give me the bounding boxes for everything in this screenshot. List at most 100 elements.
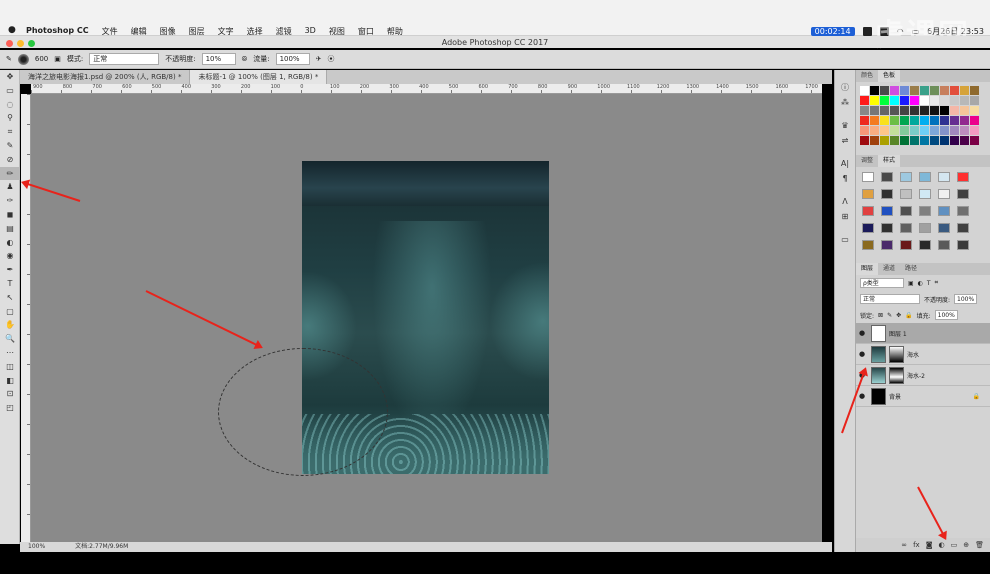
- swap-colors-icon[interactable]: ◧: [0, 374, 20, 388]
- opacity-field[interactable]: 10%: [201, 53, 236, 65]
- color-swatch[interactable]: [900, 116, 909, 125]
- delete-layer-icon[interactable]: 🗑: [975, 538, 984, 552]
- color-swatch[interactable]: [960, 106, 969, 115]
- eraser-tool-icon[interactable]: ◼: [0, 208, 20, 222]
- color-swatch[interactable]: [860, 136, 869, 145]
- vertical-ruler[interactable]: [21, 94, 31, 542]
- color-swatch[interactable]: [930, 86, 939, 95]
- style-swatch[interactable]: [862, 240, 874, 250]
- color-swatch[interactable]: [880, 106, 889, 115]
- link-layers-icon[interactable]: ∞: [901, 538, 907, 552]
- color-swatch[interactable]: [900, 96, 909, 105]
- new-layer-icon[interactable]: ⊕: [963, 538, 969, 552]
- style-swatch[interactable]: [900, 172, 912, 182]
- color-swatch[interactable]: [870, 96, 879, 105]
- color-swatch[interactable]: [890, 126, 899, 135]
- layer-row[interactable]: ● 背景 🔒: [856, 386, 990, 407]
- brush-preset-panel-icon[interactable]: ⁂: [835, 95, 855, 110]
- layer-name[interactable]: 背景: [889, 392, 901, 401]
- filter-pixel-icon[interactable]: ▣: [908, 280, 914, 287]
- crop-tool-icon[interactable]: ⌗: [0, 125, 20, 139]
- style-swatch[interactable]: [919, 240, 931, 250]
- tab-paths[interactable]: 路径: [900, 263, 922, 275]
- color-swatch[interactable]: [930, 126, 939, 135]
- style-swatch[interactable]: [881, 206, 893, 216]
- stop-icon[interactable]: [862, 27, 872, 36]
- move-tool-icon[interactable]: ✥: [0, 70, 20, 84]
- stamp-tool-icon[interactable]: ♟: [0, 180, 20, 194]
- timeline-icon[interactable]: ▭: [835, 232, 855, 247]
- color-swatch[interactable]: [940, 86, 949, 95]
- style-swatch[interactable]: [938, 240, 950, 250]
- style-swatch[interactable]: [881, 240, 893, 250]
- layer-row[interactable]: ● 海水: [856, 344, 990, 365]
- color-swatch[interactable]: [900, 126, 909, 135]
- layer-opacity-field[interactable]: 100%: [954, 294, 978, 304]
- color-swatch[interactable]: [900, 136, 909, 145]
- color-swatch[interactable]: [950, 116, 959, 125]
- lock-pixels-icon[interactable]: ✎: [887, 312, 892, 319]
- color-swatch[interactable]: [970, 136, 979, 145]
- color-swatch[interactable]: [940, 136, 949, 145]
- tab-channels[interactable]: 通道: [878, 263, 900, 275]
- mode-select[interactable]: 正常: [89, 53, 160, 65]
- style-swatch[interactable]: [938, 189, 950, 199]
- color-swatch[interactable]: [920, 106, 929, 115]
- layer-row[interactable]: ● 海水-2: [856, 365, 990, 386]
- healing-tool-icon[interactable]: ⊘: [0, 153, 20, 167]
- layer-mask-thumbnail[interactable]: [889, 345, 904, 363]
- color-swatch[interactable]: [970, 96, 979, 105]
- color-swatch[interactable]: [890, 116, 899, 125]
- color-swatch[interactable]: [970, 106, 979, 115]
- color-swatch[interactable]: [920, 116, 929, 125]
- style-swatch[interactable]: [881, 172, 893, 182]
- tab-swatches[interactable]: 色板: [878, 70, 901, 82]
- quick-mask-icon[interactable]: ⊡: [0, 387, 20, 401]
- shape-tool-icon[interactable]: ▢: [0, 305, 20, 319]
- style-swatch[interactable]: [862, 206, 874, 216]
- color-swatch[interactable]: [920, 96, 929, 105]
- style-swatch[interactable]: [881, 189, 893, 199]
- style-swatch[interactable]: [938, 172, 950, 182]
- color-swatch[interactable]: [970, 116, 979, 125]
- marquee-tool-icon[interactable]: ▭: [0, 84, 20, 98]
- pressure-size-icon[interactable]: ⦿: [327, 54, 334, 64]
- color-swatch[interactable]: [870, 126, 879, 135]
- color-swatch[interactable]: [860, 86, 869, 95]
- filter-type-icon[interactable]: T: [927, 280, 931, 287]
- layer-name[interactable]: 海水: [907, 350, 919, 359]
- style-swatch[interactable]: [919, 189, 931, 199]
- doc-size[interactable]: 文档:2.77M/9.96M: [75, 542, 128, 552]
- lock-position-icon[interactable]: ✥: [896, 312, 901, 319]
- color-swatch[interactable]: [970, 126, 979, 135]
- blend-mode-select[interactable]: 正常: [860, 294, 920, 304]
- color-swatch-icon[interactable]: ◫: [0, 360, 20, 374]
- color-swatch[interactable]: [920, 86, 929, 95]
- tab-color[interactable]: 颜色: [856, 70, 878, 82]
- color-swatch[interactable]: [960, 86, 969, 95]
- color-swatch[interactable]: [930, 96, 939, 105]
- pressure-opacity-icon[interactable]: ⦾: [242, 55, 248, 64]
- color-swatch[interactable]: [930, 136, 939, 145]
- add-mask-icon[interactable]: ◙: [926, 538, 933, 552]
- color-swatch[interactable]: [930, 116, 939, 125]
- style-swatch[interactable]: [919, 172, 931, 182]
- style-swatch[interactable]: [938, 223, 950, 233]
- tab-poster[interactable]: 海洋之旅电影海报1.psd @ 200% (人, RGB/8) *: [20, 70, 191, 84]
- visibility-eye-icon[interactable]: ●: [859, 350, 868, 358]
- glyphs-icon[interactable]: Ʌ: [835, 194, 855, 209]
- layer-mask-thumbnail[interactable]: [889, 366, 904, 384]
- color-swatch[interactable]: [870, 86, 879, 95]
- brush-panel-icon[interactable]: ▣: [54, 55, 61, 63]
- color-swatch[interactable]: [890, 96, 899, 105]
- color-swatch[interactable]: [880, 86, 889, 95]
- color-swatch[interactable]: [860, 116, 869, 125]
- tab-adjustments[interactable]: 调整: [856, 155, 878, 167]
- lock-transparency-icon[interactable]: ⊠: [878, 312, 883, 319]
- character-icon[interactable]: A|: [835, 156, 855, 171]
- color-swatch[interactable]: [920, 126, 929, 135]
- paragraph-icon[interactable]: ¶: [835, 171, 855, 186]
- style-swatch[interactable]: [900, 223, 912, 233]
- style-swatch[interactable]: [919, 223, 931, 233]
- screen-mode-icon[interactable]: ◰: [0, 401, 20, 415]
